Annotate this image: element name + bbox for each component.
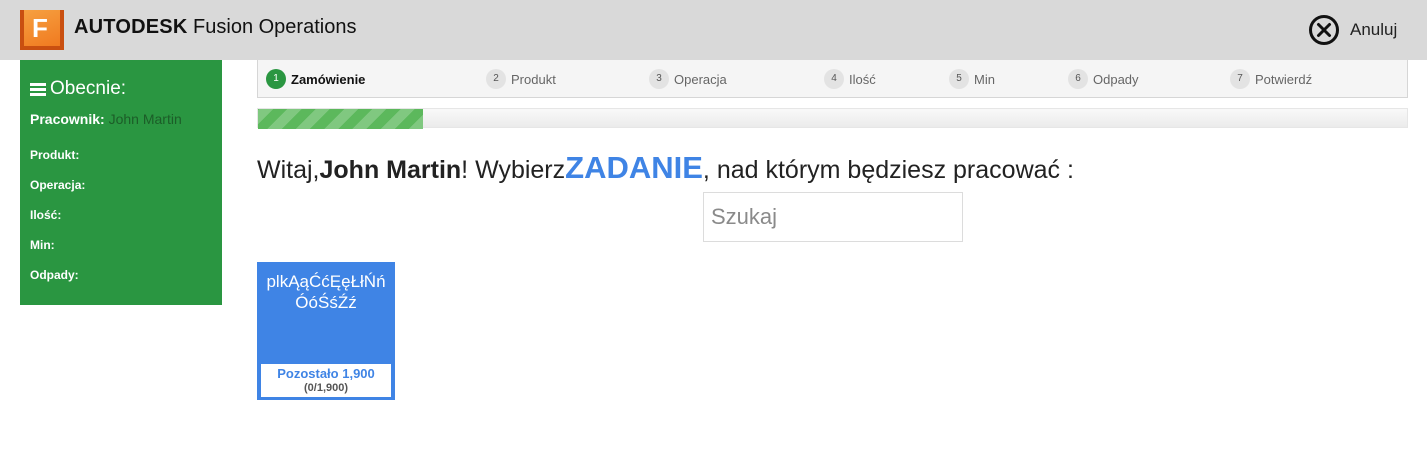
task-tile[interactable]: plkĄąĆćĘęŁłŃńÓóŚśŹź Pozostało 1,900 (0/1… <box>257 262 395 400</box>
step-number: 5 <box>949 69 969 89</box>
step-number: 4 <box>824 69 844 89</box>
panel-title-text: Obecnie: <box>50 78 127 99</box>
step-label: Potwierdź <box>1255 71 1313 87</box>
step-order[interactable]: 1 Zamówienie <box>266 69 365 89</box>
scrap-field-label: Odpady: <box>30 268 79 282</box>
step-number: 2 <box>486 69 506 89</box>
wizard-progress-bar <box>257 108 1408 129</box>
welcome-middle: ! Wybierz <box>461 156 566 184</box>
brand-autodesk: AUTODESK <box>74 16 188 38</box>
welcome-user-name: John Martin <box>319 156 462 184</box>
fusion-logo-icon: F <box>20 10 64 50</box>
product-field-label: Produkt: <box>30 148 80 162</box>
search-input[interactable] <box>703 192 963 242</box>
task-remaining: Pozostało 1,900 <box>277 366 375 381</box>
quantity-field-label: Ilość: <box>30 208 62 222</box>
task-count: (0/1,900) <box>303 382 349 394</box>
worker-value: John Martin <box>108 111 182 127</box>
wizard-steps: 1 Zamówienie 2 Produkt 3 Operacja 4 Iloś… <box>257 60 1408 98</box>
step-number: 7 <box>1230 69 1250 89</box>
operation-field-label: Operacja: <box>30 178 86 192</box>
welcome-prefix: Witaj, <box>257 156 320 184</box>
app-header: F AUTODESK Fusion Operations Anuluj <box>0 0 1427 60</box>
step-min[interactable]: 5 Min <box>949 69 995 89</box>
step-label: Ilość <box>849 71 876 87</box>
step-product[interactable]: 2 Produkt <box>486 69 556 89</box>
brand-title: AUTODESK Fusion Operations <box>74 15 356 39</box>
current-info-panel: Obecnie: Pracownik: John Martin Produkt:… <box>20 60 222 305</box>
welcome-heading: Witaj, John Martin ! Wybierz ZADANIE , n… <box>257 150 1074 186</box>
step-number: 3 <box>649 69 669 89</box>
panel-title: Obecnie: <box>30 78 126 100</box>
step-label: Odpady <box>1093 71 1139 87</box>
step-label: Produkt <box>511 71 556 87</box>
step-label: Zamówienie <box>291 71 366 87</box>
cancel-button[interactable]: Anuluj <box>1308 14 1397 46</box>
step-label: Operacja <box>674 71 727 87</box>
worker-row: Pracownik: John Martin <box>30 111 182 127</box>
step-confirm[interactable]: 7 Potwierdź <box>1230 69 1312 89</box>
step-scrap[interactable]: 6 Odpady <box>1068 69 1139 89</box>
logo-letter: F <box>24 10 60 46</box>
hamburger-icon <box>30 82 46 96</box>
progress-fill <box>258 109 423 129</box>
step-quantity[interactable]: 4 Ilość <box>824 69 876 89</box>
step-operation[interactable]: 3 Operacja <box>649 69 727 89</box>
step-number: 6 <box>1068 69 1088 89</box>
min-field-label: Min: <box>30 238 55 252</box>
step-label: Min <box>974 71 995 87</box>
welcome-suffix: , nad którym będziesz pracować : <box>702 156 1074 184</box>
worker-label: Pracownik <box>30 111 101 127</box>
welcome-task-word: ZADANIE <box>565 150 703 185</box>
task-title: plkĄąĆćĘęŁłŃńÓóŚśŹź <box>266 272 386 312</box>
task-status: Pozostało 1,900 (0/1,900) <box>261 364 391 397</box>
step-number: 1 <box>266 69 286 89</box>
brand-product: Fusion Operations <box>193 16 357 38</box>
circle-x-icon[interactable] <box>1308 14 1340 46</box>
cancel-label[interactable]: Anuluj <box>1350 20 1397 40</box>
